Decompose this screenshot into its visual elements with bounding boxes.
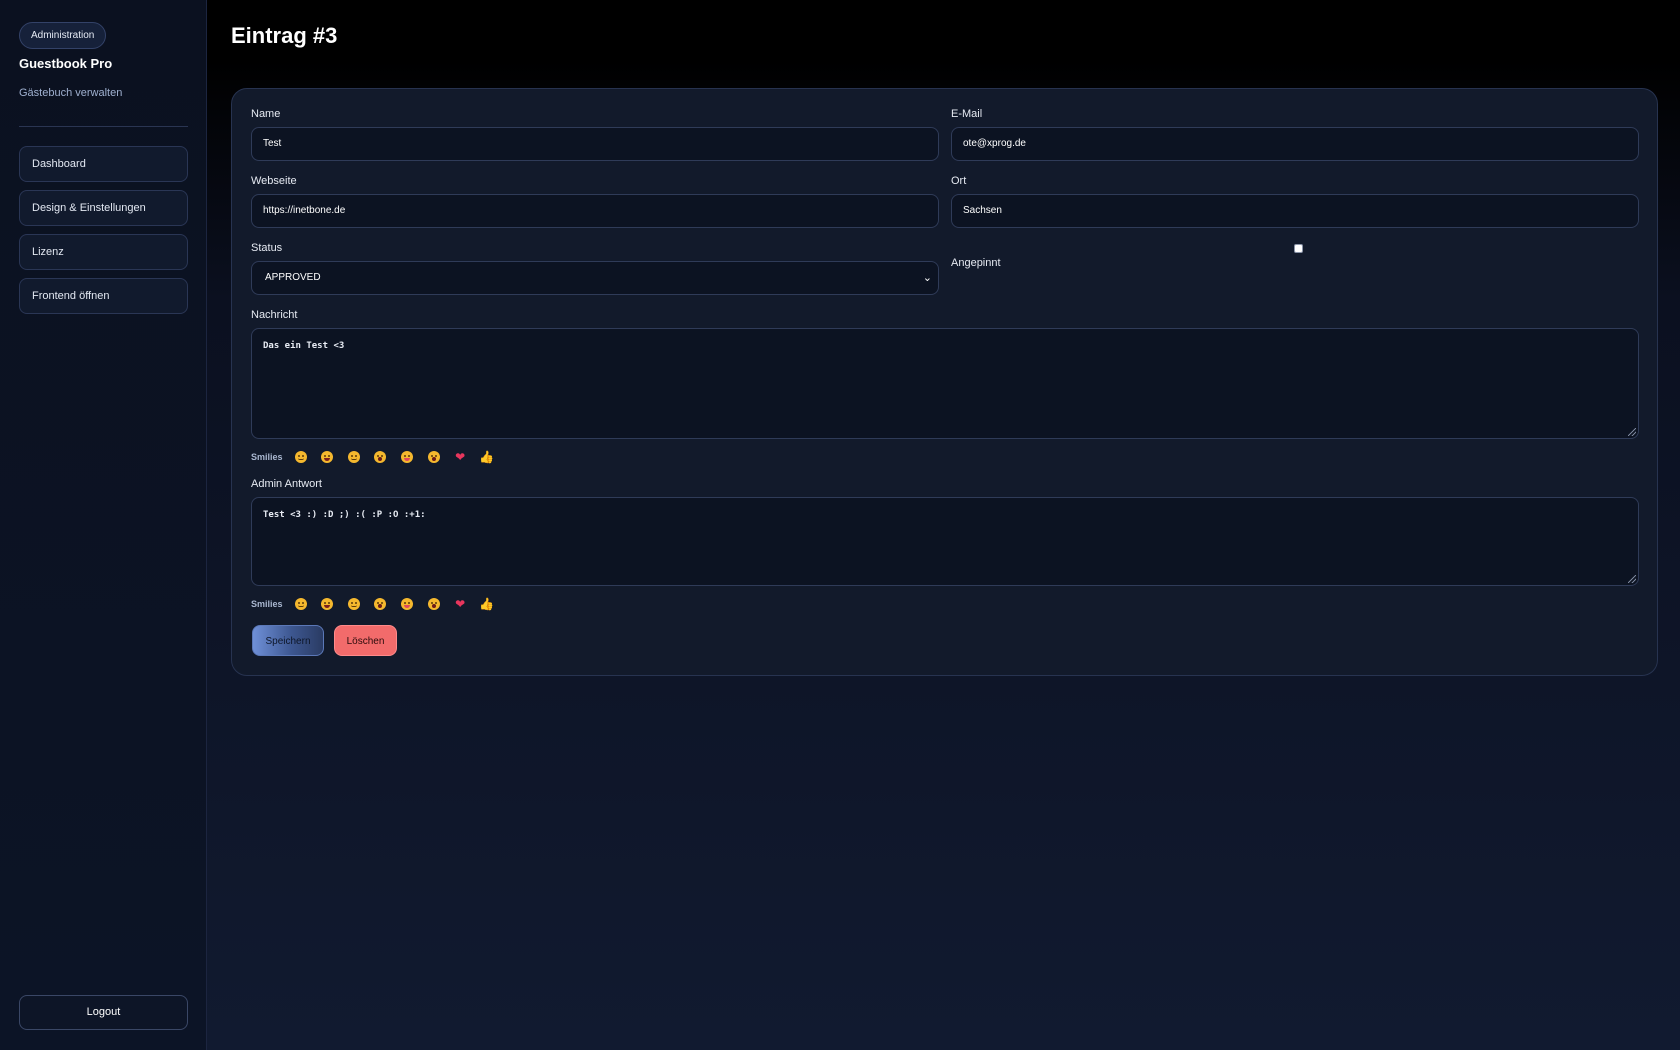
logout-button[interactable]: Logout	[19, 995, 188, 1030]
website-field[interactable]: https://inetbone.de	[251, 194, 939, 228]
message-text: Das ein Test <3	[263, 341, 345, 351]
status-select[interactable]: APPROVED ⌄	[251, 261, 939, 295]
sad-icon[interactable]	[372, 596, 388, 612]
heart-icon[interactable]: ❤	[452, 449, 468, 465]
grin-icon[interactable]	[319, 596, 335, 612]
sidebar-item-design-settings[interactable]: Design & Einstellungen	[19, 190, 188, 226]
admin-reply-label: Admin Antwort	[251, 478, 322, 490]
reply-smilies-bar: Smilies ❤ 👍	[251, 596, 505, 612]
surprised-icon[interactable]	[426, 449, 442, 465]
wink-icon[interactable]	[346, 596, 362, 612]
smilies-label: Smilies	[251, 452, 283, 462]
delete-button[interactable]: Löschen	[334, 625, 397, 656]
pinned-checkbox[interactable]	[1294, 244, 1303, 253]
message-label: Nachricht	[251, 309, 298, 321]
smile-icon[interactable]	[293, 449, 309, 465]
sidebar-divider	[19, 126, 188, 127]
sidebar-item-frontend[interactable]: Frontend öffnen	[19, 278, 188, 314]
name-field[interactable]: Test	[251, 127, 939, 161]
grin-icon[interactable]	[319, 449, 335, 465]
app-title: Guestbook Pro	[19, 56, 113, 71]
admin-reply-textarea[interactable]: Test <3 :) :D ;) :( :P :O :+1:	[251, 497, 1639, 586]
website-label: Webseite	[251, 175, 297, 187]
sidebar-item-dashboard[interactable]: Dashboard	[19, 146, 188, 182]
save-button[interactable]: Speichern	[252, 625, 324, 656]
status-select-value: APPROVED	[265, 272, 321, 283]
sad-icon[interactable]	[372, 449, 388, 465]
admin-badge: Administration	[19, 22, 107, 49]
admin-reply-text: Test <3 :) :D ;) :( :P :O :+1:	[263, 510, 426, 520]
tongue-icon[interactable]	[399, 449, 415, 465]
location-label: Ort	[951, 175, 967, 187]
tongue-icon[interactable]	[399, 596, 415, 612]
page-title: Eintrag #3	[231, 23, 338, 48]
status-label: Status	[251, 242, 283, 254]
app-subtitle: Gästebuch verwalten	[19, 87, 123, 99]
message-smilies-bar: Smilies ❤ 👍	[251, 449, 505, 465]
resize-handle-icon[interactable]	[1628, 575, 1636, 583]
thumbs-up-icon[interactable]: 👍	[479, 449, 495, 465]
name-label: Name	[251, 108, 281, 120]
sidebar-item-license[interactable]: Lizenz	[19, 234, 188, 270]
surprised-icon[interactable]	[426, 596, 442, 612]
smilies-label: Smilies	[251, 599, 283, 609]
wink-icon[interactable]	[346, 449, 362, 465]
entry-form-card: Name Test E-Mail ote@xprog.de Webseite h…	[231, 88, 1658, 676]
email-label: E-Mail	[951, 108, 983, 120]
thumbs-up-icon[interactable]: 👍	[479, 596, 495, 612]
sidebar: Administration Guestbook Pro Gästebuch v…	[0, 0, 207, 1050]
location-field[interactable]: Sachsen	[951, 194, 1639, 228]
message-textarea[interactable]: Das ein Test <3	[251, 328, 1639, 439]
chevron-down-icon: ⌄	[922, 272, 932, 284]
heart-icon[interactable]: ❤	[452, 596, 468, 612]
pinned-label: Angepinnt	[951, 257, 1001, 269]
resize-handle-icon[interactable]	[1628, 428, 1636, 436]
smile-icon[interactable]	[293, 596, 309, 612]
email-field[interactable]: ote@xprog.de	[951, 127, 1639, 161]
